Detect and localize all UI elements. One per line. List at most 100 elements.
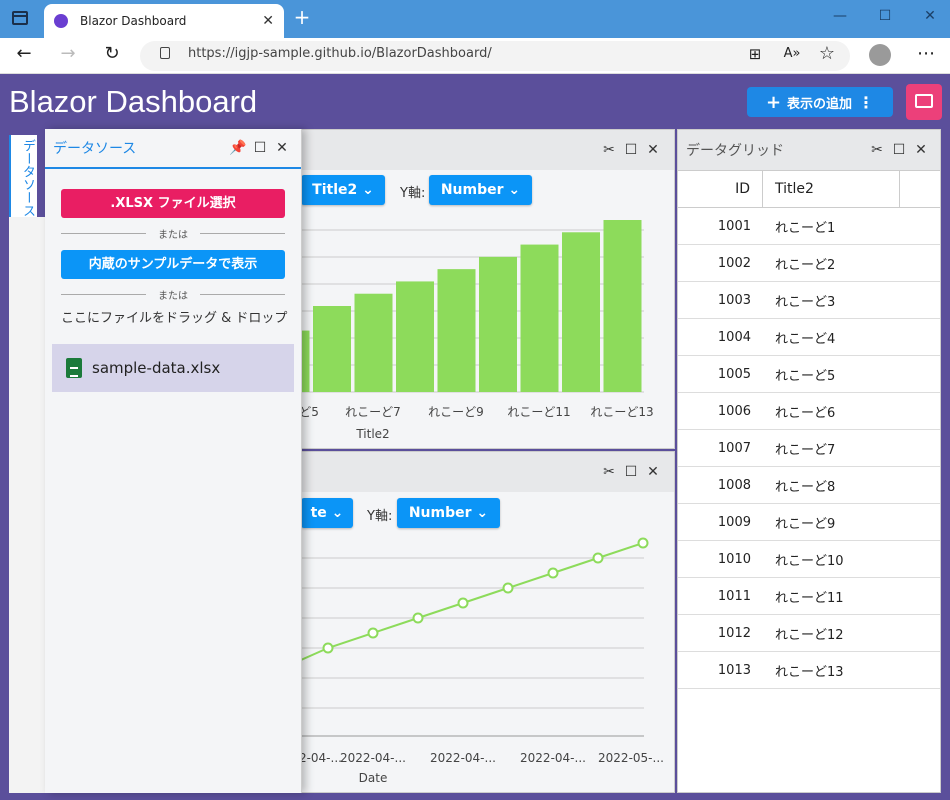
table-row[interactable]: 1008 れこーど8 [678, 467, 940, 504]
bar[interactable] [354, 293, 393, 392]
table-row[interactable]: 1004 れこーど4 [678, 319, 940, 356]
close-icon[interactable]: ✕ [642, 464, 664, 480]
table-row[interactable]: 1006 れこーど6 [678, 393, 940, 430]
browser-tab[interactable]: Blazor Dashboard ✕ [44, 4, 284, 38]
x-tick-label: れこーど9 [428, 405, 484, 419]
forward-arrow-icon[interactable]: → [56, 42, 80, 66]
unpin-icon[interactable]: ✂ [866, 142, 888, 158]
grid-body: 1001 れこーど1 1002 れこーど2 1003 れこーど3 1004 れこーど4 1005… [678, 208, 940, 689]
cell-id: 1008 [717, 477, 751, 493]
bar-chart-panel-header: ✂ ☐ ✕ [301, 130, 674, 170]
bar[interactable] [396, 281, 434, 392]
bar-chart-panel: ✂ ☐ ✕ Title2 ⌄ Y軸: Number ⌄ ど5 れこーど7 れこーど9… [300, 129, 675, 449]
x-axis-title: Date [359, 771, 388, 785]
x-axis-dropdown[interactable]: te ⌄ [301, 498, 353, 528]
data-point[interactable] [592, 552, 604, 564]
maximize-icon[interactable]: ☐ [620, 142, 642, 158]
x-tick-label: ど5 [301, 405, 319, 419]
url-text[interactable]: https://igjp-sample.github.io/BlazorDash… [188, 46, 492, 61]
datasource-side-tab[interactable]: データソース [9, 135, 37, 217]
datagrid-panel: データグリッド ✂ ☐ ✕ ID Title2 1001 れこーど1 1002 れこー… [677, 129, 941, 793]
table-row[interactable]: 1007 れこーど7 [678, 430, 940, 467]
pin-icon[interactable]: 📌 [227, 140, 249, 156]
bar[interactable] [603, 220, 642, 392]
back-arrow-icon[interactable]: ← [12, 42, 36, 66]
data-point[interactable] [547, 567, 559, 579]
tab-close-icon[interactable]: ✕ [262, 13, 274, 29]
bar[interactable] [437, 269, 476, 392]
add-view-label: 表示の追加 [787, 96, 853, 112]
maximize-icon[interactable]: ☐ [249, 140, 271, 156]
favorites-icon[interactable]: ☆ [815, 42, 839, 66]
line-chart: 2022-04-...2022-04-...2022-04-...2022-04… [301, 537, 664, 785]
cell-id: 1007 [717, 440, 751, 456]
sample-data-button[interactable]: 内蔵のサンプルデータで表示 [61, 250, 285, 279]
chevron-down-icon: ⌄ [508, 182, 521, 198]
chat-button[interactable] [906, 84, 942, 120]
table-row[interactable]: 1005 れこーど5 [678, 356, 940, 393]
column-header-title[interactable]: Title2 [763, 171, 900, 207]
cell-title: れこーど5 [775, 368, 836, 384]
select-xlsx-button[interactable]: .XLSX ファイル選択 [61, 189, 285, 218]
kebab-icon: ⋮ [858, 92, 875, 112]
data-point[interactable] [367, 627, 379, 639]
table-row[interactable]: 1010 れこーど10 [678, 541, 940, 578]
close-icon[interactable]: ✕ [910, 142, 932, 158]
data-point[interactable] [457, 597, 469, 609]
cell-title: れこーど6 [775, 405, 836, 421]
bar[interactable] [313, 306, 351, 392]
read-aloud-icon[interactable]: A» [780, 42, 804, 66]
apps-icon[interactable]: ⊞ [743, 42, 767, 66]
minimize-button[interactable]: — [830, 8, 850, 28]
table-row[interactable]: 1013 れこーど13 [678, 652, 940, 689]
table-row[interactable]: 1009 れこーど9 [678, 504, 940, 541]
refresh-icon[interactable]: ↻ [100, 42, 124, 66]
drop-zone-text[interactable]: ここにファイルをドラッグ & ドロップ [61, 307, 301, 326]
unpin-icon[interactable]: ✂ [598, 142, 620, 158]
lock-icon[interactable] [160, 47, 170, 59]
maximize-icon[interactable]: ☐ [888, 142, 910, 158]
data-point[interactable] [502, 582, 514, 594]
table-row[interactable]: 1012 れこーど12 [678, 615, 940, 652]
data-point[interactable] [412, 612, 424, 624]
close-icon[interactable]: ✕ [642, 142, 664, 158]
datasource-panel-header: データソース 📌 ☐ ✕ [45, 129, 301, 169]
file-name: sample-data.xlsx [92, 359, 221, 377]
chevron-down-icon: ⌄ [362, 182, 374, 198]
data-point[interactable] [637, 537, 649, 549]
line-chart-panel-header: ✂ ☐ ✕ [301, 452, 674, 492]
y-axis-label: Y軸: [400, 186, 426, 201]
cell-id: 1006 [717, 403, 751, 419]
more-menu-icon[interactable]: ⋯ [914, 42, 938, 66]
table-row[interactable]: 1002 れこーど2 [678, 245, 940, 282]
unpin-icon[interactable]: ✂ [598, 464, 620, 480]
data-point[interactable] [322, 642, 334, 654]
bar[interactable] [562, 232, 600, 392]
file-list-item[interactable]: sample-data.xlsx [52, 344, 294, 392]
column-header-id[interactable]: ID [678, 171, 763, 207]
cell-id: 1005 [717, 366, 751, 382]
table-row[interactable]: 1011 れこーど11 [678, 578, 940, 615]
x-axis-dropdown[interactable]: Title2 ⌄ [301, 175, 385, 205]
bar[interactable] [520, 244, 559, 392]
bar[interactable] [301, 330, 310, 392]
y-axis-dropdown[interactable]: Number ⌄ [397, 498, 500, 528]
add-view-button[interactable]: + 表示の追加 ⋮ [747, 87, 893, 117]
bar[interactable] [479, 256, 517, 392]
table-row[interactable]: 1003 れこーど3 [678, 282, 940, 319]
close-icon[interactable]: ✕ [271, 140, 293, 156]
maximize-icon[interactable]: ☐ [620, 464, 642, 480]
profile-avatar[interactable] [869, 44, 891, 66]
spreadsheet-file-icon [66, 358, 82, 378]
cell-title: れこーど7 [775, 442, 836, 458]
datasource-panel: データソース 📌 ☐ ✕ .XLSX ファイル選択 または 内蔵のサンプルデータ… [45, 129, 302, 793]
y-axis-label: Y軸: [367, 509, 393, 524]
maximize-button[interactable]: ☐ [875, 8, 895, 28]
close-window-button[interactable]: ✕ [920, 8, 940, 28]
y-axis-dropdown[interactable]: Number ⌄ [429, 175, 532, 205]
tab-actions-icon[interactable] [12, 11, 28, 25]
new-tab-button[interactable]: + [292, 7, 312, 29]
cell-title: れこーど13 [775, 664, 844, 680]
x-axis-dropdown-label: Title2 [312, 182, 358, 198]
table-row[interactable]: 1001 れこーど1 [678, 208, 940, 245]
